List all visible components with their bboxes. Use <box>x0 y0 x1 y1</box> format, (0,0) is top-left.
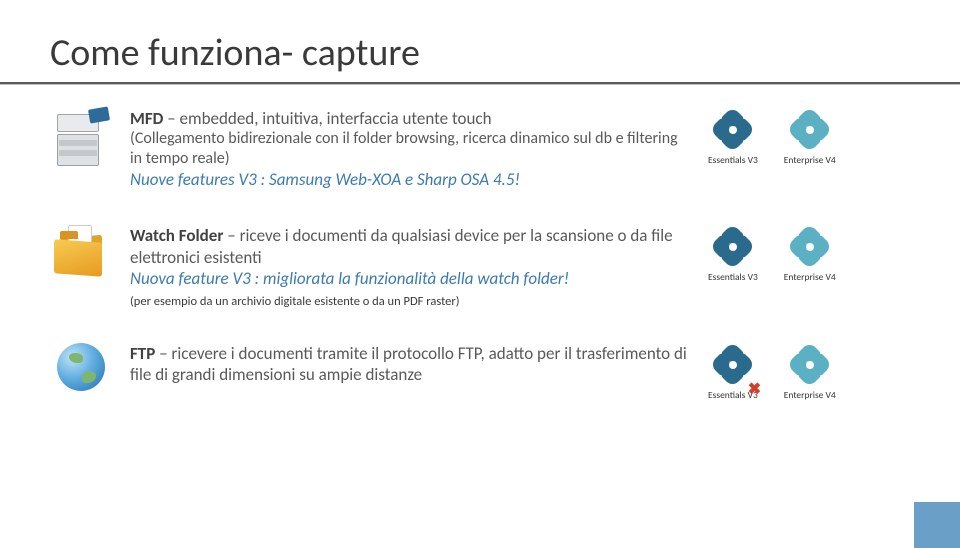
ftp-line-1: FTP – ricevere i documenti tramite il pr… <box>130 343 690 386</box>
disabled-x-icon: ✖ <box>748 379 762 393</box>
slide: Come funziona- capture MFD – embedded, i… <box>0 0 960 548</box>
watch-lead: Watch Folder <box>130 225 223 246</box>
pinwheel-icon <box>788 225 832 269</box>
watch-note: (per esempio da un archivio digitale esi… <box>130 294 690 309</box>
watch-italic: Nuova feature V3 : migliorata la funzion… <box>130 268 690 290</box>
badge-label: Essentials V3 <box>708 271 758 283</box>
badge-label: Enterprise V4 <box>784 271 836 283</box>
mfd-line-1: MFD – embedded, intuitiva, interfaccia u… <box>130 108 690 129</box>
badge-label: Enterprise V4 <box>784 389 836 401</box>
pinwheel-icon <box>788 108 832 152</box>
title-divider <box>0 82 960 85</box>
folder-icon <box>54 225 108 275</box>
pinwheel-icon <box>711 225 755 269</box>
ftp-lead: FTP <box>130 343 155 364</box>
watch-line-1: Watch Folder – riceve i documenti da qua… <box>130 225 690 268</box>
corner-accent <box>914 502 960 548</box>
badge-essentials: Essentials V3 <box>708 108 758 166</box>
printer-icon <box>51 108 111 166</box>
mfd-text: – embedded, intuitiva, interfaccia utent… <box>163 108 491 129</box>
mfd-lead: MFD <box>130 108 163 129</box>
mfd-sub: (Collegamento bidirezionale con il folde… <box>130 129 690 169</box>
badge-essentials-disabled: Essentials V3 ✖ <box>708 343 758 401</box>
section-ftp: FTP – ricevere i documenti tramite il pr… <box>50 343 910 401</box>
section-watch: Watch Folder – riceve i documenti da qua… <box>50 225 910 309</box>
badge-essentials: Essentials V3 <box>708 225 758 283</box>
watch-badges: Essentials V3 Enterprise V4 <box>708 225 898 283</box>
badge-label: Enterprise V4 <box>784 154 836 166</box>
pinwheel-icon <box>711 108 755 152</box>
ftp-text: – ricevere i documenti tramite il protoc… <box>130 343 687 385</box>
badge-enterprise: Enterprise V4 <box>784 225 836 283</box>
section-mfd: MFD – embedded, intuitiva, interfaccia u… <box>50 108 910 191</box>
globe-icon <box>57 343 105 391</box>
pinwheel-icon <box>788 343 832 387</box>
badge-enterprise: Enterprise V4 <box>784 343 836 401</box>
badge-label: Essentials V3 <box>708 154 758 166</box>
mfd-badges: Essentials V3 Enterprise V4 <box>708 108 898 166</box>
ftp-badges: Essentials V3 ✖ Enterprise V4 <box>708 343 898 401</box>
slide-title: Come funziona- capture <box>50 30 910 76</box>
badge-enterprise: Enterprise V4 <box>784 108 836 166</box>
mfd-italic: Nuove features V3 : Samsung Web-XOA e Sh… <box>130 169 690 191</box>
